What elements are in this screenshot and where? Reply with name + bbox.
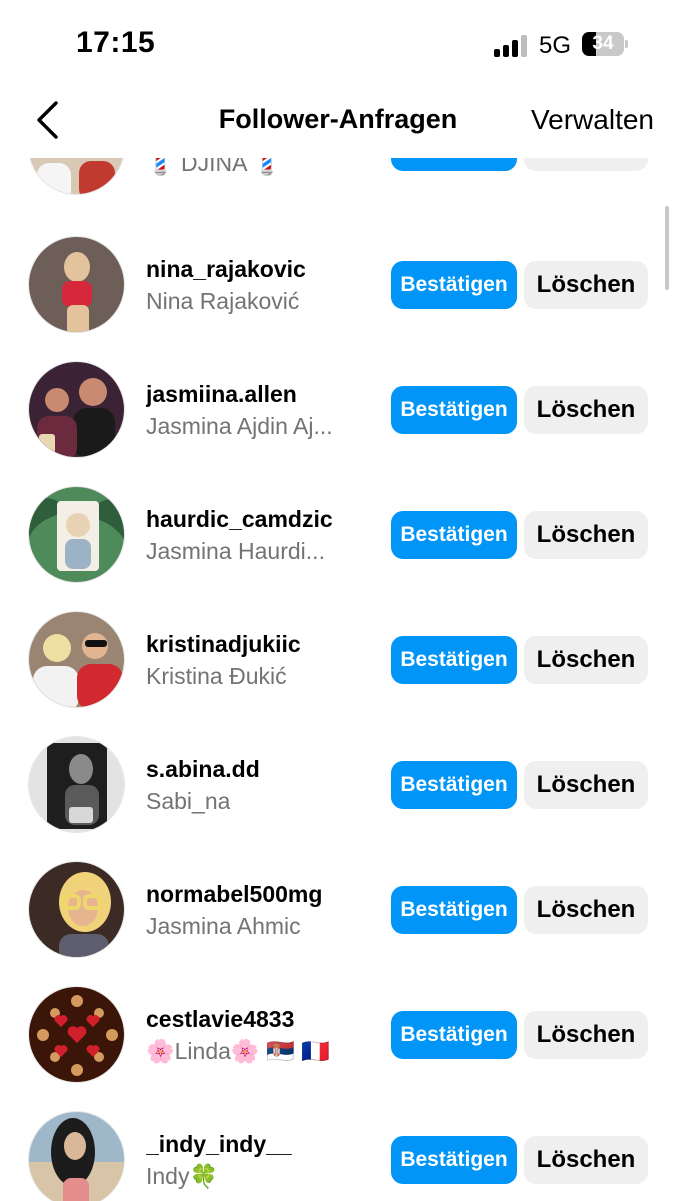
confirm-button[interactable]: Bestätigen bbox=[391, 386, 517, 434]
full-name: Jasmina Ahmic bbox=[146, 913, 301, 939]
delete-button[interactable]: Löschen bbox=[524, 261, 648, 309]
confirm-button[interactable]: Bestätigen bbox=[391, 511, 517, 559]
avatar-face bbox=[69, 754, 93, 784]
delete-button[interactable]: Löschen bbox=[524, 386, 648, 434]
follower-request-row: kristinadjukiic Kristina Đukić Bestätige… bbox=[0, 597, 676, 722]
full-name: Kristina Đukić bbox=[146, 663, 287, 689]
avatar-face bbox=[66, 513, 90, 537]
avatar-face bbox=[45, 388, 69, 412]
username[interactable]: nina_rajakovic bbox=[146, 256, 306, 283]
confirm-button[interactable]: Bestätigen bbox=[391, 261, 517, 309]
cellular-signal-icon bbox=[494, 33, 528, 57]
full-name: Indy🍀 bbox=[146, 1163, 219, 1189]
full-name: Nina Rajaković bbox=[146, 288, 300, 314]
follower-request-row: haurdic_camdzic Jasmina Haurdi... Bestät… bbox=[0, 472, 676, 597]
full-name: 🌸Linda🌸 🇷🇸 🇫🇷 bbox=[146, 1038, 330, 1064]
delete-button[interactable]: Löschen bbox=[524, 886, 648, 934]
username[interactable]: normabel500mg bbox=[146, 881, 322, 908]
avatar-clothing bbox=[79, 161, 115, 194]
follower-requests-screen: 💈 DJINA 💈 Bestätigen Löschen nina_rajako… bbox=[0, 0, 676, 1201]
network-type: 5G bbox=[539, 32, 572, 59]
delete-button[interactable]: Löschen bbox=[524, 761, 648, 809]
confirm-button[interactable]: Bestätigen bbox=[391, 1136, 517, 1184]
avatar-clothing bbox=[77, 664, 123, 707]
avatar[interactable] bbox=[28, 736, 125, 833]
avatar[interactable] bbox=[28, 861, 125, 958]
full-name: Jasmina Ajdin Aj... bbox=[146, 413, 333, 439]
avatar[interactable] bbox=[28, 361, 125, 458]
status-time: 17:15 bbox=[76, 26, 156, 59]
follower-request-row: _indy_indy__ Indy🍀 Bestätigen Löschen bbox=[0, 1097, 676, 1201]
navigation-header: Follower-Anfragen Verwalten bbox=[0, 90, 676, 158]
full-name: Sabi_na bbox=[146, 788, 231, 814]
avatar[interactable] bbox=[28, 486, 125, 583]
username[interactable]: jasmiina.allen bbox=[146, 381, 297, 408]
avatar-clothing bbox=[62, 281, 92, 307]
username[interactable]: cestlavie4833 bbox=[146, 1006, 294, 1033]
follower-request-row: normabel500mg Jasmina Ahmic Bestätigen L… bbox=[0, 847, 676, 972]
follower-request-row: jasmiina.allen Jasmina Ajdin Aj... Bestä… bbox=[0, 347, 676, 472]
delete-button[interactable]: Löschen bbox=[524, 1136, 648, 1184]
follower-request-row: nina_rajakovic Nina Rajaković Bestätigen… bbox=[0, 222, 676, 347]
full-name: Jasmina Haurdi... bbox=[146, 538, 325, 564]
delete-button[interactable]: Löschen bbox=[524, 636, 648, 684]
manage-button[interactable]: Verwalten bbox=[531, 104, 654, 136]
avatar[interactable] bbox=[28, 236, 125, 333]
scrollbar[interactable] bbox=[665, 206, 669, 290]
username[interactable]: s.abina.dd bbox=[146, 756, 260, 783]
confirm-button[interactable]: Bestätigen bbox=[391, 636, 517, 684]
status-bar: 17:15 5G 34 bbox=[0, 0, 676, 90]
confirm-button[interactable]: Bestätigen bbox=[391, 886, 517, 934]
follower-request-row: cestlavie4833 🌸Linda🌸 🇷🇸 🇫🇷 Bestätigen L… bbox=[0, 972, 676, 1097]
username[interactable]: _indy_indy__ bbox=[146, 1131, 292, 1158]
avatar-face bbox=[64, 1132, 86, 1160]
confirm-button[interactable]: Bestätigen bbox=[391, 1011, 517, 1059]
follower-request-list[interactable]: 💈 DJINA 💈 Bestätigen Löschen nina_rajako… bbox=[0, 0, 676, 1201]
delete-button[interactable]: Löschen bbox=[524, 511, 648, 559]
avatar[interactable] bbox=[28, 1111, 125, 1201]
avatar-face bbox=[64, 252, 90, 282]
battery-level: 34 bbox=[592, 33, 614, 54]
follower-request-row: s.abina.dd Sabi_na Bestätigen Löschen bbox=[0, 722, 676, 847]
delete-button[interactable]: Löschen bbox=[524, 1011, 648, 1059]
username[interactable]: haurdic_camdzic bbox=[146, 506, 333, 533]
username[interactable]: kristinadjukiic bbox=[146, 631, 301, 658]
battery-icon: 34 bbox=[582, 32, 628, 56]
avatar-face bbox=[79, 378, 107, 406]
avatar[interactable] bbox=[28, 611, 125, 708]
avatar-clothing bbox=[33, 666, 79, 707]
confirm-button[interactable]: Bestätigen bbox=[391, 761, 517, 809]
avatar[interactable] bbox=[28, 986, 125, 1083]
